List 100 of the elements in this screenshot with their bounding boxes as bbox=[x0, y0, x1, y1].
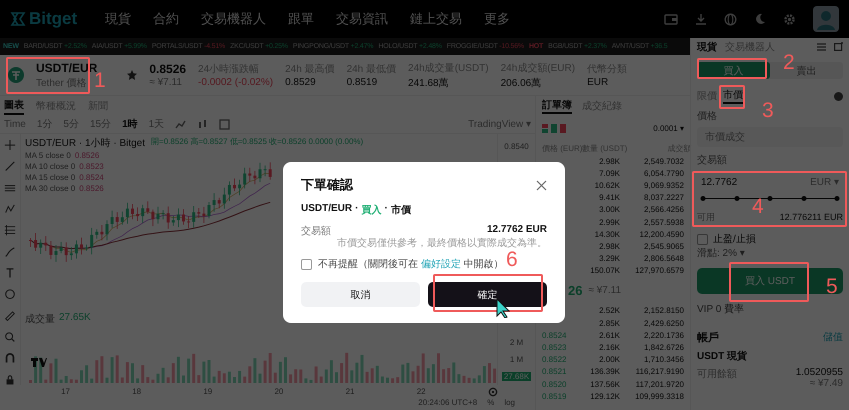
coin-icon bbox=[8, 67, 24, 83]
ask-total: 9,069.9352 bbox=[644, 180, 684, 190]
globe-icon[interactable] bbox=[724, 12, 737, 26]
bid-quantity: 2.16K bbox=[599, 343, 620, 352]
star-icon[interactable] bbox=[127, 70, 138, 80]
nav-link[interactable]: 交易機器人 bbox=[201, 10, 266, 28]
field-label: 交易額 bbox=[697, 155, 727, 167]
amount-value[interactable]: 12.7762 bbox=[701, 176, 738, 188]
bid-price: 0.8519 bbox=[542, 392, 568, 401]
wallet-icon[interactable] bbox=[664, 13, 678, 25]
download-icon[interactable] bbox=[695, 13, 707, 25]
candlestick bbox=[70, 246, 73, 260]
candlestick bbox=[187, 216, 190, 229]
magnet-icon[interactable] bbox=[4, 353, 16, 364]
settings-icon[interactable] bbox=[783, 12, 796, 26]
list-icon[interactable] bbox=[817, 42, 826, 50]
indicator-icon[interactable] bbox=[175, 118, 186, 130]
nav-link[interactable]: 更多 bbox=[484, 10, 510, 28]
nav-link[interactable]: 跟單 bbox=[288, 10, 314, 28]
candlestick bbox=[44, 236, 48, 252]
annotation-number: 2 bbox=[783, 52, 795, 73]
chart-tab[interactable]: 圖表 bbox=[4, 96, 24, 115]
brush-icon[interactable] bbox=[4, 246, 16, 257]
logo-icon bbox=[10, 12, 26, 26]
candlestick bbox=[106, 220, 108, 241]
candle-type-icon[interactable] bbox=[197, 118, 208, 130]
pattern-icon[interactable] bbox=[4, 204, 16, 214]
candlestick bbox=[162, 210, 165, 220]
bid-price: 0.8524 bbox=[542, 330, 568, 340]
candlestick bbox=[146, 200, 150, 214]
log-toggle[interactable]: log bbox=[504, 398, 515, 410]
nav-link[interactable]: 合約 bbox=[153, 10, 180, 28]
bid-total: 2,152.8150 bbox=[644, 306, 684, 316]
stat-value: 0.8519 bbox=[346, 77, 378, 88]
text-tool-icon[interactable] bbox=[4, 268, 16, 278]
time-axis-label: 22 bbox=[416, 387, 426, 396]
crosshair-icon[interactable] bbox=[4, 140, 16, 150]
window-icon[interactable] bbox=[834, 42, 843, 51]
candlestick bbox=[151, 209, 154, 227]
bid-quantity: 2.00K bbox=[599, 355, 620, 364]
volume-tick: 1 M bbox=[510, 355, 524, 364]
horizontal-lines-icon[interactable] bbox=[4, 182, 16, 193]
moon-icon[interactable] bbox=[754, 13, 766, 25]
layout-icon[interactable] bbox=[219, 118, 230, 130]
logo-text: Bitget bbox=[29, 9, 78, 29]
trade-tab[interactable]: 現貨 bbox=[697, 40, 717, 54]
close-icon[interactable] bbox=[536, 180, 547, 190]
interval-button[interactable]: 1時 bbox=[122, 117, 138, 131]
nav-link[interactable]: 現貨 bbox=[105, 10, 132, 28]
ask-quantity: 3.29K bbox=[599, 254, 620, 264]
candlestick bbox=[64, 242, 68, 262]
fee-rate-link[interactable]: VIP 0 費率 bbox=[697, 304, 744, 316]
slippage-dropdown[interactable]: 滑點: 2% ▾ bbox=[697, 248, 745, 260]
candlestick bbox=[264, 165, 267, 177]
ma-label: MA 15 close 0 bbox=[25, 173, 76, 182]
nav-link[interactable]: 鏈上交易 bbox=[410, 10, 462, 28]
candlestick bbox=[172, 215, 175, 226]
annotation-number: 5 bbox=[826, 276, 838, 297]
ma-label: MA 5 close 0 bbox=[25, 151, 71, 160]
candlestick bbox=[192, 206, 196, 228]
ask-total: 8,037.2227 bbox=[644, 193, 684, 202]
bid-total: 2,220.1736 bbox=[644, 330, 684, 340]
fib-icon[interactable] bbox=[4, 225, 16, 236]
trend-line-icon[interactable] bbox=[4, 161, 16, 172]
precision-dropdown[interactable]: 0.0001 ▾ bbox=[653, 124, 684, 132]
candlestick bbox=[116, 212, 119, 230]
ruler-icon[interactable] bbox=[4, 310, 16, 321]
ma-label: MA 10 close 0 bbox=[25, 162, 76, 171]
orderbook-tab[interactable]: 訂單簿 bbox=[542, 98, 572, 114]
ask-quantity: 14.30K bbox=[594, 230, 620, 239]
balance-value: 1.0520955 bbox=[796, 367, 843, 378]
deposit-link[interactable]: 儲值 bbox=[823, 330, 843, 345]
annotation-box bbox=[697, 58, 767, 79]
lock-icon[interactable] bbox=[4, 374, 16, 385]
logo[interactable]: Bitget bbox=[10, 9, 78, 29]
preferences-link[interactable]: 偏好設定 bbox=[420, 259, 461, 270]
mid-price: 26 bbox=[568, 283, 582, 298]
settings-icon[interactable] bbox=[488, 386, 498, 396]
ask-quantity: 150.07K bbox=[590, 266, 620, 276]
emoji-icon[interactable] bbox=[4, 289, 16, 300]
checkbox[interactable] bbox=[697, 234, 708, 244]
candlestick bbox=[74, 240, 78, 259]
checkbox[interactable] bbox=[301, 258, 312, 270]
nav-link[interactable]: 交易資訊 bbox=[336, 10, 388, 28]
ask-total: 2,557.5938 bbox=[644, 218, 684, 227]
candlestick bbox=[156, 206, 160, 224]
info-icon[interactable] bbox=[834, 92, 843, 100]
bid-total: 2,429.6250 bbox=[644, 318, 684, 328]
percent-toggle[interactable]: % bbox=[487, 398, 494, 410]
asset-title: USDT 現貨 bbox=[697, 350, 747, 363]
confirm-button[interactable]: 確定 bbox=[428, 282, 547, 307]
ma-label: MA 30 close 0 bbox=[25, 184, 76, 193]
book-view-icon[interactable] bbox=[542, 124, 566, 132]
order-type-tab[interactable]: 市價 bbox=[723, 88, 743, 104]
cancel-button[interactable]: 取消 bbox=[301, 282, 420, 307]
bid-quantity: 2.52K bbox=[599, 306, 620, 316]
candlestick bbox=[131, 204, 134, 220]
bid-price: 0.8522 bbox=[542, 355, 568, 364]
candlestick bbox=[85, 244, 88, 252]
zoom-icon[interactable] bbox=[4, 332, 16, 342]
